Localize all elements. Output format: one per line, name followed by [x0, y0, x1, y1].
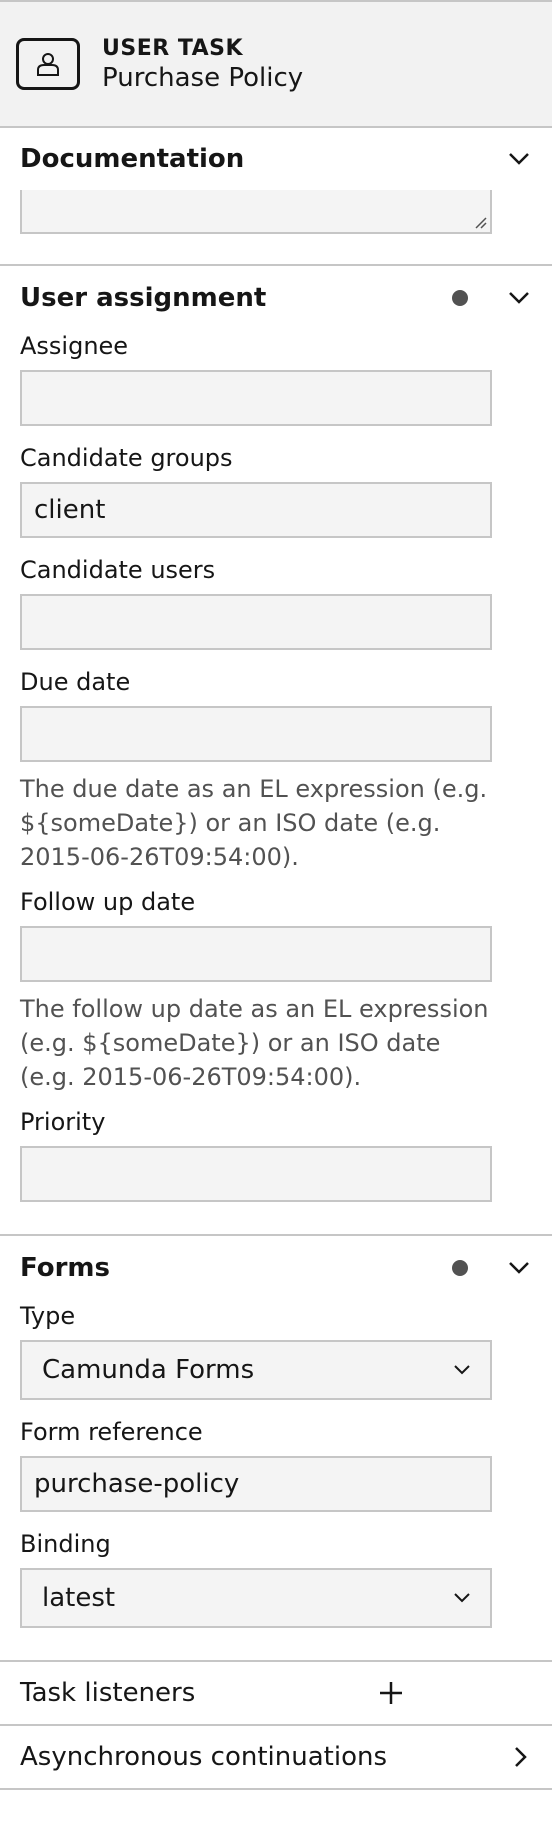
element-type: USER TASK — [102, 35, 244, 61]
chevron-down-icon[interactable] — [506, 146, 532, 172]
candidate-users-field: Candidate users — [0, 556, 552, 650]
group-async-continuations-header[interactable]: Asynchronous continuations — [0, 1726, 552, 1788]
element-name: Purchase Policy — [102, 62, 304, 93]
add-icon[interactable] — [378, 1680, 404, 1706]
chevron-down-icon — [454, 1593, 470, 1603]
candidate-groups-label: Candidate groups — [20, 444, 233, 472]
chevron-down-icon[interactable] — [506, 285, 532, 311]
follow-up-date-label: Follow up date — [20, 888, 196, 916]
priority-field: Priority — [0, 1108, 552, 1202]
due-date-input[interactable] — [20, 706, 492, 762]
chevron-down-icon[interactable] — [506, 1255, 532, 1281]
form-type-select[interactable]: Camunda Forms — [20, 1340, 492, 1400]
binding-label: Binding — [20, 1530, 111, 1558]
group-user-assignment-header[interactable]: User assignment — [0, 266, 552, 330]
due-date-field: Due date The due date as an EL expressio… — [0, 668, 552, 874]
binding-field: Binding latest — [0, 1530, 552, 1628]
assignee-label: Assignee — [20, 332, 129, 360]
follow-up-date-hint: The follow up date as an EL expression (… — [20, 995, 489, 1091]
status-dot — [452, 1260, 468, 1276]
form-type-label: Type — [20, 1302, 76, 1330]
binding-select[interactable]: latest — [20, 1568, 492, 1628]
binding-value: latest — [42, 1583, 116, 1613]
group-title: Documentation — [20, 144, 245, 174]
group-title: Forms — [20, 1253, 110, 1283]
group-forms-header[interactable]: Forms — [0, 1236, 552, 1300]
group-title: Asynchronous continuations — [20, 1742, 388, 1772]
form-type-field: Type Camunda Forms — [0, 1302, 552, 1400]
form-reference-field: Form reference purchase-policy — [0, 1418, 552, 1512]
candidate-groups-input[interactable]: client — [20, 482, 492, 538]
assignee-field: Assignee — [0, 332, 552, 426]
candidate-users-input[interactable] — [20, 594, 492, 650]
user-task-icon — [16, 38, 80, 90]
divider — [0, 1788, 552, 1790]
priority-label: Priority — [20, 1108, 106, 1136]
follow-up-date-field: Follow up date The follow up date as an … — [0, 888, 552, 1094]
candidate-users-label: Candidate users — [20, 556, 216, 584]
panel-header: USER TASK Purchase Policy — [0, 0, 552, 128]
follow-up-date-input[interactable] — [20, 926, 492, 982]
group-title: User assignment — [20, 283, 267, 313]
form-reference-input[interactable]: purchase-policy — [20, 1456, 492, 1512]
group-documentation-header[interactable]: Documentation — [0, 128, 552, 190]
resize-handle-icon[interactable] — [474, 216, 488, 230]
priority-input[interactable] — [20, 1146, 492, 1202]
form-reference-label: Form reference — [20, 1418, 203, 1446]
group-title: Task listeners — [20, 1678, 196, 1708]
due-date-label: Due date — [20, 668, 131, 696]
candidate-groups-field: Candidate groups client — [0, 444, 552, 538]
chevron-down-icon — [454, 1365, 470, 1375]
status-dot — [452, 290, 468, 306]
documentation-textarea[interactable] — [20, 190, 492, 234]
form-type-value: Camunda Forms — [42, 1355, 255, 1385]
group-task-listeners-header[interactable]: Task listeners — [0, 1662, 552, 1724]
chevron-right-icon[interactable] — [514, 1746, 528, 1768]
assignee-input[interactable] — [20, 370, 492, 426]
due-date-hint: The due date as an EL expression (e.g. $… — [20, 775, 488, 871]
